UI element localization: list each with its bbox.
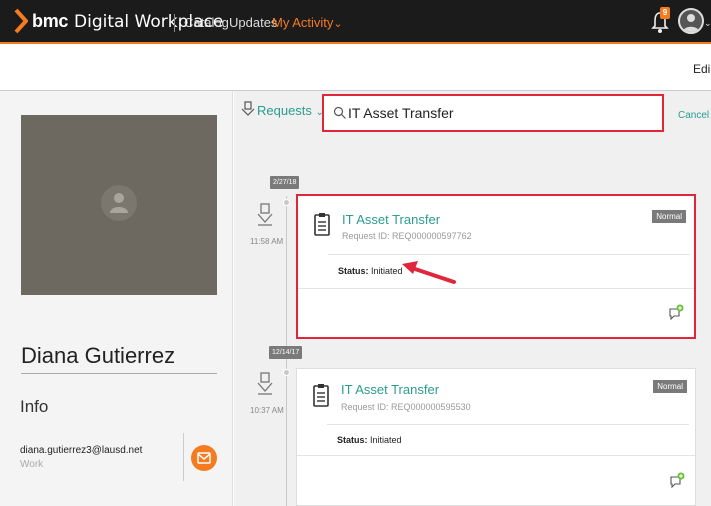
chevron-down-icon: ⌄ (333, 18, 343, 30)
email-address: diana.gutierrez3@lausd.net (20, 445, 143, 456)
timeline-date-chip: 2/27/18 (270, 176, 300, 189)
avatar-placeholder (101, 185, 137, 221)
search-icon (333, 106, 346, 119)
cancel-search-link[interactable]: Cancel (678, 110, 709, 121)
search-input[interactable] (348, 102, 648, 124)
divider-vertical (183, 433, 184, 481)
nav-my-activity[interactable]: My Activity⌄ (272, 15, 343, 30)
status-label: Status: (337, 435, 368, 445)
bmc-chevron-logo-icon (14, 8, 28, 34)
clipboard-icon (313, 384, 329, 407)
info-heading: Info (20, 397, 49, 416)
profile-panel: Diana Gutierrez Info diana.gutierrez3@la… (0, 91, 233, 506)
profile-name: Diana Gutierrez (21, 343, 176, 368)
requests-filter-dropdown[interactable]: Requests ⌄ (257, 103, 324, 118)
send-email-button[interactable] (191, 445, 217, 471)
request-card[interactable]: IT Asset Transfer Request ID: REQ0000005… (296, 194, 696, 339)
notification-count-badge: 9 (660, 7, 670, 19)
nav-updates[interactable]: Updates (229, 15, 277, 30)
request-status: Status: Initiated (337, 435, 402, 445)
page-subheader: Edi (0, 46, 711, 91)
divider (327, 424, 689, 425)
request-status: Status: Initiated (338, 266, 403, 276)
timeline-dot (283, 199, 290, 206)
email-type-label: Work (20, 459, 44, 470)
requests-icon (241, 101, 255, 116)
avatar-chevron-down-icon[interactable]: ⌄ (704, 18, 711, 29)
timeline-time: 11:58 AM (250, 237, 284, 246)
divider (297, 455, 695, 456)
status-value: Initiated (371, 266, 403, 276)
edit-link[interactable]: Edi (693, 62, 710, 76)
user-avatar-icon[interactable] (678, 8, 704, 34)
requests-filter-label: Requests (257, 103, 312, 118)
nav-separator (174, 14, 175, 32)
request-title[interactable]: IT Asset Transfer (341, 382, 439, 397)
comment-add-icon[interactable] (668, 304, 684, 320)
status-label: Status: (338, 266, 369, 276)
search-box[interactable] (322, 94, 664, 132)
priority-badge: Normal (652, 210, 686, 223)
person-silhouette-icon (110, 193, 128, 213)
priority-badge: Normal (653, 380, 687, 393)
nav-my-activity-label: My Activity (272, 15, 334, 30)
mail-icon (197, 452, 211, 464)
timeline-date-chip: 12/14/17 (269, 346, 303, 359)
requests-icon (257, 372, 273, 395)
timeline-dot (283, 369, 290, 376)
brand-logo[interactable]: bmc (32, 11, 68, 32)
top-navigation-bar: bmc Digital Workplace Catalog Updates My… (0, 0, 711, 44)
request-id: Request ID: REQ000000595530 (341, 402, 471, 412)
request-id: Request ID: REQ000000597762 (342, 231, 472, 241)
divider (328, 254, 690, 255)
divider (21, 373, 217, 374)
comment-add-icon[interactable] (669, 472, 685, 488)
divider (298, 288, 694, 289)
requests-icon (257, 203, 273, 226)
person-silhouette-icon (683, 14, 699, 32)
status-value: Initiated (370, 435, 402, 445)
annotation-arrow (402, 261, 456, 284)
timeline-time: 10:37 AM (250, 406, 284, 415)
request-card[interactable]: IT Asset Transfer Request ID: REQ0000005… (296, 368, 696, 506)
profile-photo (21, 115, 217, 295)
request-title[interactable]: IT Asset Transfer (342, 212, 440, 227)
nav-catalog[interactable]: Catalog (184, 15, 229, 30)
clipboard-icon (314, 213, 330, 236)
